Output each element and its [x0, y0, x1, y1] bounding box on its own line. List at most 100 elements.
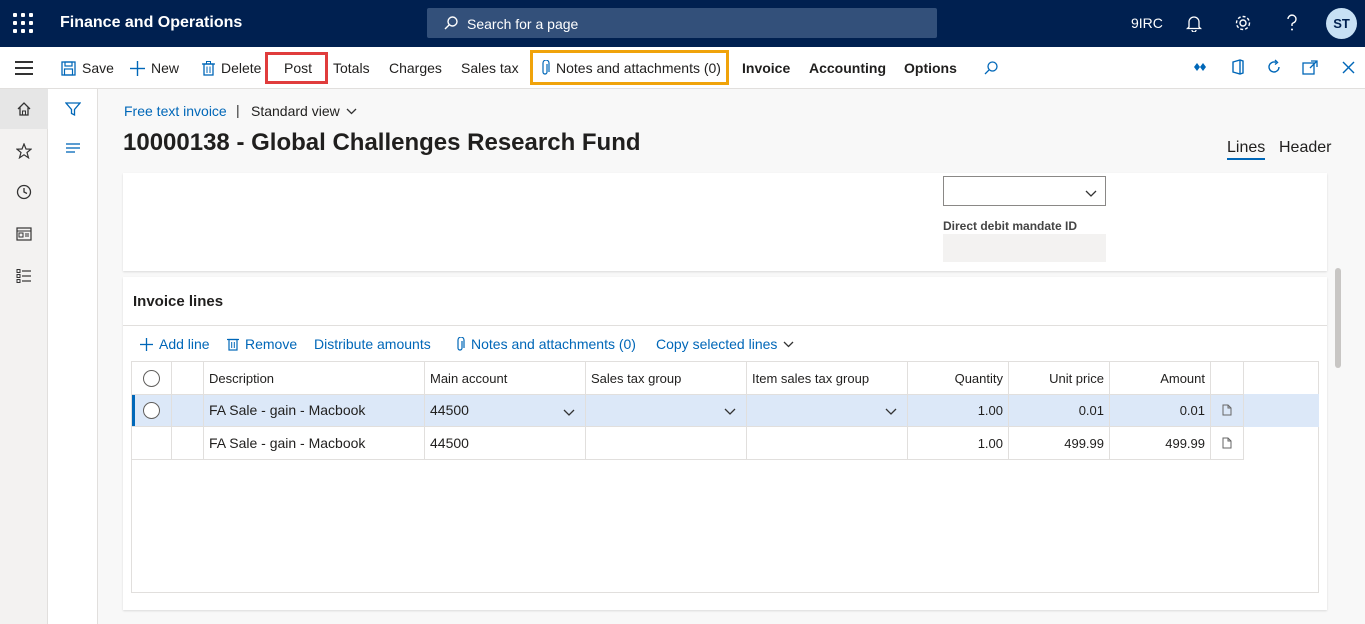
invoice-lines-grid: Description Main account Sales tax group… [131, 361, 1319, 593]
sales-tax-button[interactable]: Sales tax [461, 47, 519, 89]
navigation-rail [0, 89, 48, 624]
document-icon[interactable] [1211, 394, 1244, 427]
search-box[interactable]: Search for a page [427, 8, 937, 38]
new-label: New [151, 60, 180, 76]
remove-button[interactable]: Remove [227, 336, 297, 352]
cell-description[interactable]: FA Sale - gain - Macbook [204, 427, 425, 460]
cell-unit-price[interactable]: 499.99 [1009, 427, 1110, 460]
options-tab[interactable]: Options [904, 47, 957, 89]
distribute-amounts-button[interactable]: Distribute amounts [314, 336, 431, 352]
refresh-icon[interactable] [1264, 57, 1284, 77]
column-header-quantity[interactable]: Quantity [908, 362, 1009, 395]
column-header-attachments [1211, 362, 1244, 395]
cell-item-sales-tax-group[interactable] [747, 427, 908, 460]
view-selector-label: Standard view [251, 103, 340, 119]
row-spacer [172, 394, 204, 427]
post-highlight [265, 52, 328, 84]
notes-highlight [530, 50, 729, 85]
tab-header[interactable]: Header [1279, 139, 1331, 157]
chevron-down-icon[interactable] [563, 404, 575, 420]
main-account-value: 44500 [430, 402, 469, 418]
page-title: 10000138 - Global Challenges Research Fu… [123, 129, 641, 156]
cell-sales-tax-group[interactable] [586, 427, 747, 460]
column-header-main-account[interactable]: Main account [425, 362, 586, 395]
select-all-cell[interactable] [132, 362, 172, 395]
save-label: Save [82, 60, 114, 76]
cell-quantity[interactable]: 1.00 [908, 427, 1009, 460]
open-new-window-icon[interactable] [1300, 57, 1320, 77]
clock-icon[interactable] [14, 182, 34, 202]
plus-icon [140, 337, 153, 351]
row-spacer [172, 427, 204, 460]
hamburger-menu-icon[interactable] [15, 61, 33, 75]
document-icon[interactable] [1211, 427, 1244, 460]
chevron-down-icon[interactable] [885, 404, 897, 419]
chevron-down-icon [783, 341, 794, 348]
company-selector[interactable]: 9IRC [1131, 15, 1163, 31]
breadcrumb-free-text-invoice[interactable]: Free text invoice [124, 103, 227, 119]
view-selector[interactable]: Standard view [251, 103, 357, 119]
invoice-tab[interactable]: Invoice [742, 47, 790, 89]
star-icon[interactable] [14, 141, 34, 161]
search-placeholder: Search for a page [467, 16, 579, 32]
header-spacer [172, 362, 204, 395]
delete-button[interactable]: Delete [202, 47, 261, 89]
cell-amount[interactable]: 499.99 [1110, 427, 1211, 460]
save-button[interactable]: Save [61, 47, 114, 89]
direct-debit-label: Direct debit mandate ID [943, 219, 1078, 233]
app-launcher-icon[interactable] [13, 13, 33, 33]
add-line-button[interactable]: Add line [140, 336, 210, 352]
add-line-label: Add line [159, 336, 210, 352]
user-avatar[interactable]: ST [1326, 8, 1357, 39]
trash-icon [202, 60, 215, 76]
select-all-radio[interactable] [143, 369, 160, 387]
table-row-select[interactable] [132, 394, 172, 427]
action-search-icon[interactable] [983, 47, 999, 89]
home-icon[interactable] [14, 99, 34, 119]
copy-selected-lines-button[interactable]: Copy selected lines [656, 336, 794, 352]
header-dropdown[interactable] [943, 176, 1106, 206]
header-fasttab [123, 173, 1327, 271]
cell-description[interactable]: FA Sale - gain - Macbook [204, 394, 425, 427]
column-header-description[interactable]: Description [204, 362, 425, 395]
gear-icon[interactable] [1232, 12, 1254, 34]
close-icon[interactable] [1338, 57, 1358, 77]
cell-item-sales-tax-group[interactable] [747, 394, 908, 427]
cell-quantity[interactable]: 1.00 [908, 394, 1009, 427]
new-button[interactable]: New [130, 47, 179, 89]
cell-main-account[interactable]: 44500 [425, 427, 586, 460]
tab-lines[interactable]: Lines [1227, 139, 1266, 160]
office-icon[interactable] [1228, 57, 1248, 77]
cell-unit-price[interactable]: 0.01 [1009, 394, 1110, 427]
accounting-tab[interactable]: Accounting [809, 47, 886, 89]
cell-amount[interactable]: 0.01 [1110, 394, 1211, 427]
power-apps-icon[interactable] [1190, 57, 1210, 77]
column-header-item-sales-tax-group[interactable]: Item sales tax group [747, 362, 908, 395]
column-header-sales-tax-group[interactable]: Sales tax group [586, 362, 747, 395]
column-header-amount[interactable]: Amount [1110, 362, 1211, 395]
related-info-icon[interactable] [63, 138, 83, 158]
filter-icon[interactable] [63, 99, 83, 119]
lines-notes-label: Notes and attachments (0) [471, 336, 636, 352]
chevron-down-icon [1085, 185, 1097, 201]
totals-button[interactable]: Totals [333, 47, 370, 89]
bell-icon[interactable] [1183, 12, 1205, 34]
table-row-select[interactable] [132, 427, 172, 460]
column-header-unit-price[interactable]: Unit price [1009, 362, 1110, 395]
help-icon[interactable] [1281, 12, 1303, 34]
row-select-radio[interactable] [143, 401, 160, 419]
cell-sales-tax-group[interactable] [586, 394, 747, 427]
modules-list-icon[interactable] [14, 266, 34, 286]
app-title[interactable]: Finance and Operations [60, 14, 242, 32]
cell-main-account[interactable]: 44500 [425, 394, 586, 427]
chevron-down-icon[interactable] [724, 404, 736, 419]
filter-pane [48, 89, 98, 624]
charges-button[interactable]: Charges [389, 47, 442, 89]
chevron-down-icon [346, 108, 357, 115]
delete-label: Delete [221, 60, 262, 76]
plus-icon [130, 60, 145, 76]
workspaces-icon[interactable] [14, 224, 34, 244]
page-scrollbar[interactable] [1335, 268, 1341, 368]
direct-debit-field[interactable] [943, 234, 1106, 262]
lines-notes-button[interactable]: Notes and attachments (0) [455, 336, 636, 352]
